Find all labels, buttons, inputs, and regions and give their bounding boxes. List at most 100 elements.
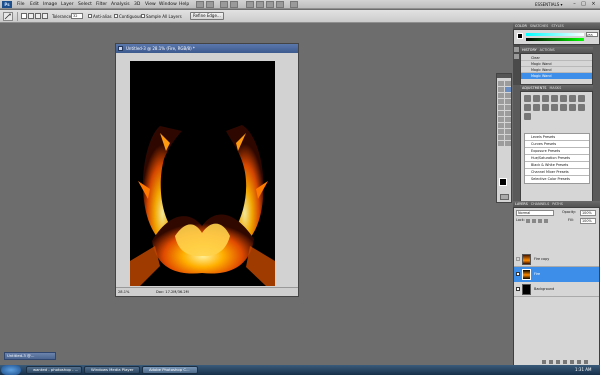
menu-edit[interactable]: Edit xyxy=(30,1,39,8)
clone-stamp-tool-icon[interactable] xyxy=(498,105,504,110)
layer-name[interactable]: Fire xyxy=(534,272,540,277)
vibrance-icon[interactable] xyxy=(560,95,567,102)
eraser-tool-icon[interactable] xyxy=(498,111,504,116)
workspace-switcher[interactable]: ESSENTIALS ▾ xyxy=(535,1,563,8)
quick-selection-tool-icon[interactable] xyxy=(505,87,511,92)
canvas[interactable] xyxy=(130,61,275,286)
history-brush-tool-icon[interactable] xyxy=(505,105,511,110)
tool-preset-picker[interactable] xyxy=(3,12,13,21)
history-item-selected[interactable]: Magic Wand xyxy=(521,73,592,79)
new-group-icon[interactable] xyxy=(570,360,574,364)
add-mask-icon[interactable] xyxy=(556,360,560,364)
eye-icon[interactable] xyxy=(516,287,520,291)
color-balance-icon[interactable] xyxy=(578,95,585,102)
menu-help[interactable]: Help xyxy=(179,1,189,8)
sample-all-layers-checkbox[interactable] xyxy=(141,14,145,18)
document-title[interactable]: Untitled-3 @ 28.1% (Fire, RGB/8) * xyxy=(116,44,298,53)
lock-image-icon[interactable] xyxy=(532,219,536,223)
color-slider-r[interactable] xyxy=(526,33,584,36)
color-fg-swatch[interactable] xyxy=(517,33,523,39)
taskbar-item[interactable]: Windows Media Player xyxy=(84,366,140,374)
preset-item[interactable]: Black & White Presets xyxy=(525,162,589,169)
shape-tool-icon[interactable] xyxy=(505,129,511,134)
levels-icon[interactable] xyxy=(533,95,540,102)
history-panel-icon[interactable] xyxy=(514,47,519,52)
menu-window[interactable]: Window xyxy=(159,1,177,8)
new-layer-icon[interactable] xyxy=(577,360,581,364)
type-tool-icon[interactable] xyxy=(505,123,511,128)
doc-info[interactable]: Doc: 17.2M/36.2M xyxy=(156,288,189,297)
taskbar-item-active[interactable]: Adobe Photoshop C... xyxy=(142,366,198,374)
3d-rotate-tool-icon[interactable] xyxy=(498,135,504,140)
minimized-document[interactable]: Untitled-3 @... xyxy=(4,352,56,360)
lasso-tool-icon[interactable] xyxy=(498,87,504,92)
adjustment-layer-icon[interactable] xyxy=(563,360,567,364)
fill-input[interactable]: 100% xyxy=(580,218,596,224)
rotate-view-icon[interactable] xyxy=(266,1,274,8)
extras-icon[interactable] xyxy=(220,1,228,8)
character-panel-icon[interactable] xyxy=(514,54,519,59)
zoom-tool-icon[interactable] xyxy=(505,141,511,146)
hue-saturation-icon[interactable] xyxy=(569,95,576,102)
gradient-map-icon[interactable] xyxy=(578,104,585,111)
preset-item[interactable]: Levels Presets xyxy=(525,134,589,141)
blend-mode-select[interactable]: Normal xyxy=(516,210,554,216)
hand-tool-icon[interactable] xyxy=(246,1,254,8)
exposure-icon[interactable] xyxy=(551,95,558,102)
intersect-selection-icon[interactable] xyxy=(42,13,48,19)
blur-tool-icon[interactable] xyxy=(498,117,504,122)
invert-icon[interactable] xyxy=(551,104,558,111)
dodge-tool-icon[interactable] xyxy=(505,117,511,122)
arrange-documents-icon[interactable] xyxy=(276,1,284,8)
menu-3d[interactable]: 3D xyxy=(134,1,140,8)
posterize-icon[interactable] xyxy=(560,104,567,111)
preset-item[interactable]: Channel Mixer Presets xyxy=(525,169,589,176)
preset-item[interactable]: Selective Color Presets xyxy=(525,176,589,183)
start-button[interactable] xyxy=(1,365,21,375)
brightness-icon[interactable] xyxy=(524,95,531,102)
eyedropper-tool-icon[interactable] xyxy=(505,93,511,98)
tools-panel-grip[interactable] xyxy=(497,74,511,78)
refine-edge-button[interactable]: Refine Edge... xyxy=(190,12,224,20)
channel-mixer-icon[interactable] xyxy=(542,104,549,111)
close-button[interactable]: × xyxy=(590,1,597,8)
path-selection-tool-icon[interactable] xyxy=(498,129,504,134)
3d-orbit-tool-icon[interactable] xyxy=(505,135,511,140)
layer-row[interactable]: Background xyxy=(514,282,599,297)
brush-tool-icon[interactable] xyxy=(505,99,511,104)
menu-select[interactable]: Select xyxy=(78,1,92,8)
foreground-color-swatch[interactable] xyxy=(499,178,507,186)
zoom-tool-icon[interactable] xyxy=(256,1,264,8)
menu-view[interactable]: View xyxy=(145,1,156,8)
preset-item[interactable]: Hue/Saturation Presets xyxy=(525,155,589,162)
layer-name[interactable]: Fire copy xyxy=(534,257,549,262)
preset-item[interactable]: Exposure Presets xyxy=(525,148,589,155)
new-selection-icon[interactable] xyxy=(21,13,27,19)
move-tool-icon[interactable] xyxy=(498,81,504,86)
add-selection-icon[interactable] xyxy=(28,13,34,19)
mini-bridge-icon[interactable] xyxy=(206,1,214,8)
screen-mode-icon[interactable] xyxy=(290,1,298,8)
link-layers-icon[interactable] xyxy=(542,360,546,364)
layer-row-selected[interactable]: Fire xyxy=(514,267,599,282)
color-r-value[interactable]: 255 xyxy=(586,32,598,37)
pen-tool-icon[interactable] xyxy=(498,123,504,128)
tab-actions[interactable]: ACTIONS xyxy=(540,47,555,53)
maximize-button[interactable]: □ xyxy=(580,1,587,8)
opacity-input[interactable]: 100% xyxy=(580,210,596,216)
bridge-icon[interactable] xyxy=(196,1,204,8)
selective-color-icon[interactable] xyxy=(524,113,531,120)
threshold-icon[interactable] xyxy=(569,104,576,111)
tolerance-input[interactable]: 32 xyxy=(71,13,83,19)
menu-file[interactable]: File xyxy=(17,1,25,8)
menu-image[interactable]: Image xyxy=(43,1,57,8)
layer-visibility-toggle[interactable] xyxy=(516,257,520,261)
gradient-tool-icon[interactable] xyxy=(505,111,511,116)
anti-alias-checkbox[interactable] xyxy=(88,14,92,18)
black-white-icon[interactable] xyxy=(524,104,531,111)
layer-name[interactable]: Background xyxy=(534,287,554,292)
taskbar-item[interactable]: wanted - photoshop - ... xyxy=(26,366,82,374)
layer-style-icon[interactable] xyxy=(549,360,553,364)
lock-all-icon[interactable] xyxy=(544,219,548,223)
crop-tool-icon[interactable] xyxy=(498,93,504,98)
